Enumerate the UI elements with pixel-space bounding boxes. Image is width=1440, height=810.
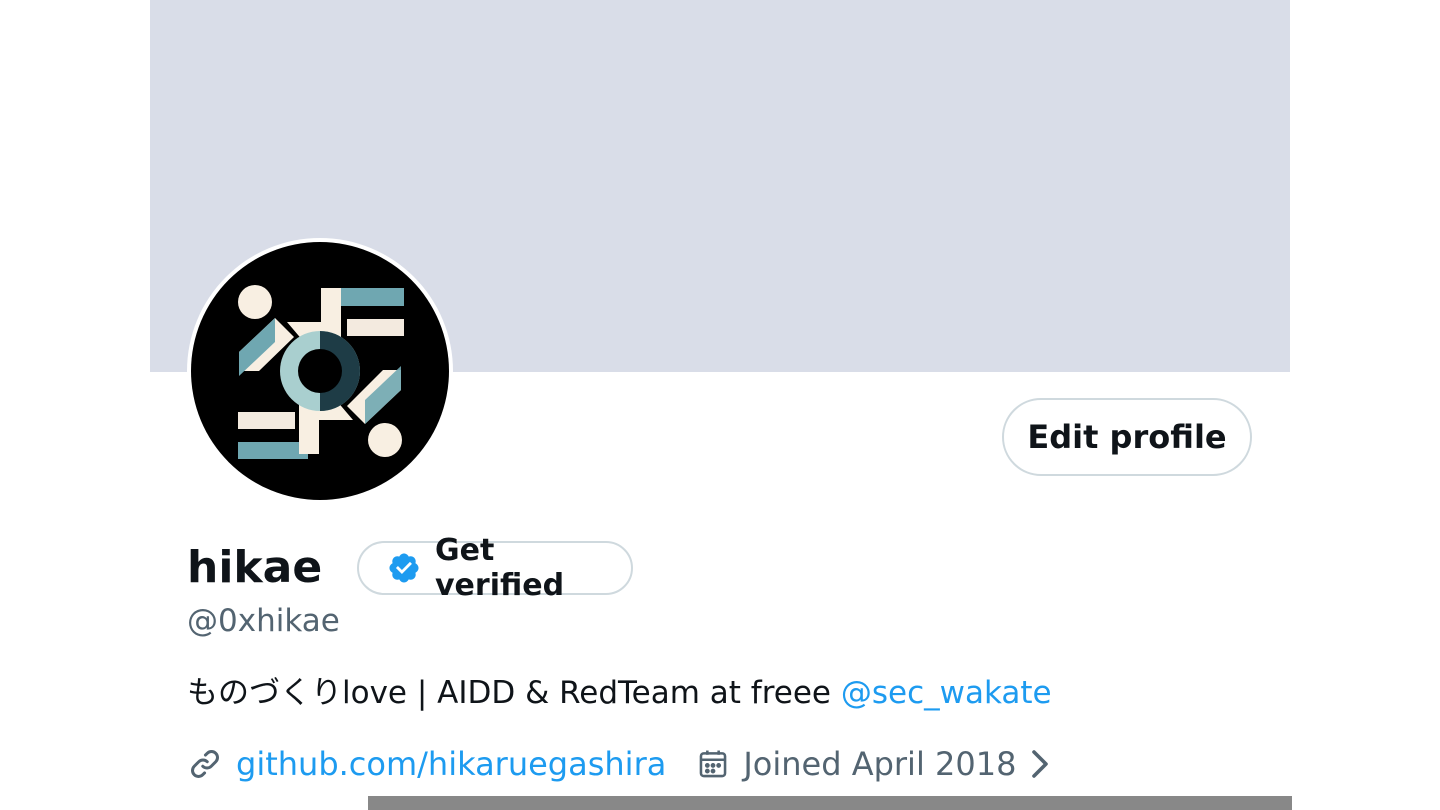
display-name: hikae <box>187 542 323 593</box>
bio-text: ものづくりlove | AIDD & RedTeam at freee <box>187 675 841 711</box>
chevron-right-icon[interactable] <box>1022 746 1058 782</box>
verified-badge-icon <box>387 551 421 585</box>
link-icon <box>187 746 223 782</box>
avatar-logo-image <box>191 242 449 500</box>
edit-profile-button[interactable]: Edit profile <box>1002 398 1252 476</box>
calendar-icon <box>695 746 731 782</box>
profile-meta: github.com/hikaruegashira Joined April 2… <box>187 742 1058 786</box>
profile-page: Edit profile hikae Get verified @0xhikae… <box>0 0 1440 810</box>
avatar[interactable] <box>187 238 453 504</box>
profile-bio: ものづくりlove | AIDD & RedTeam at freee @sec… <box>187 671 1052 715</box>
website-link[interactable]: github.com/hikaruegashira <box>236 745 666 783</box>
user-handle: @0xhikae <box>187 603 340 639</box>
profile-column: Edit profile hikae Get verified @0xhikae… <box>150 0 1290 810</box>
get-verified-label: Get verified <box>435 533 565 603</box>
get-verified-button[interactable]: Get verified <box>357 533 633 603</box>
bottom-overlay-bar <box>368 796 1292 810</box>
bio-mention-link[interactable]: @sec_wakate <box>841 675 1052 711</box>
joined-date: Joined April 2018 <box>743 745 1017 783</box>
